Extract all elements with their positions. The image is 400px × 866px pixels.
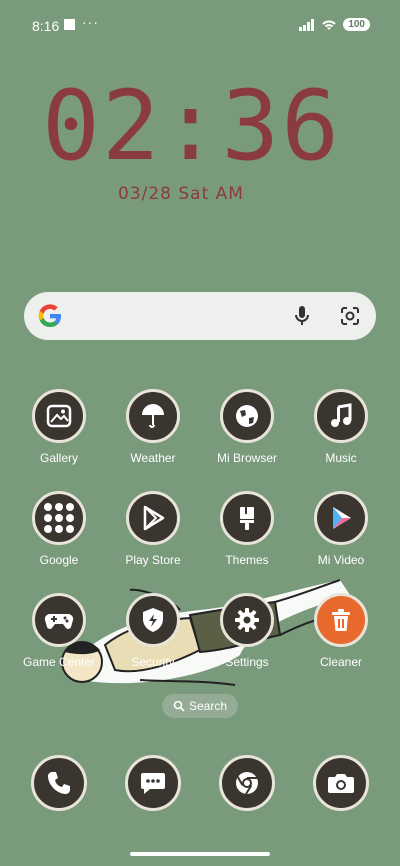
signal-icon <box>299 18 315 31</box>
app-label: Cleaner <box>319 655 363 669</box>
gallery-icon <box>32 389 86 443</box>
globe-icon <box>220 389 274 443</box>
app-label: Gallery <box>39 451 78 465</box>
google-search-bar[interactable] <box>24 292 376 340</box>
home-gesture-bar[interactable] <box>130 852 270 856</box>
music-note-icon <box>314 389 368 443</box>
dock-chrome[interactable] <box>219 755 275 811</box>
app-label: Mi Video <box>317 553 365 567</box>
trash-icon <box>314 593 368 647</box>
camera-icon <box>313 755 369 811</box>
app-mi-browser[interactable]: Mi Browser <box>207 389 287 465</box>
notification-icon <box>64 19 75 30</box>
app-label: Play Store <box>125 553 181 567</box>
app-label: Themes <box>225 553 269 567</box>
wifi-icon <box>322 20 337 30</box>
shield-icon <box>126 593 180 647</box>
search-icon <box>173 700 185 712</box>
video-play-icon <box>314 491 368 545</box>
app-label: Music <box>325 451 357 465</box>
app-security[interactable]: Security <box>113 593 193 669</box>
app-label: Settings <box>225 655 269 669</box>
app-google-folder[interactable]: Google <box>19 491 99 567</box>
status-time: 8:16 <box>32 18 60 34</box>
gear-icon <box>220 593 274 647</box>
app-mi-video[interactable]: Mi Video <box>301 491 381 567</box>
google-logo-icon <box>38 304 61 327</box>
app-label: Game Center <box>22 655 96 669</box>
clock-widget-date: 03/28 Sat AM <box>118 184 244 204</box>
app-weather[interactable]: Weather <box>113 389 193 465</box>
home-search-button[interactable]: Search <box>162 694 238 718</box>
dock-phone[interactable] <box>31 755 87 811</box>
microphone-icon[interactable] <box>290 304 314 328</box>
search-label: Search <box>188 699 228 713</box>
google-folder-icon <box>32 491 86 545</box>
app-label: Security <box>131 655 175 669</box>
play-store-icon <box>126 491 180 545</box>
google-lens-icon[interactable] <box>338 304 362 328</box>
app-gallery[interactable]: Gallery <box>19 389 99 465</box>
clock-widget-time[interactable]: 02:36 <box>42 70 342 182</box>
chrome-icon <box>219 755 275 811</box>
phone-icon <box>31 755 87 811</box>
gamepad-icon <box>32 593 86 647</box>
messages-icon <box>125 755 181 811</box>
dock-messages[interactable] <box>125 755 181 811</box>
app-play-store[interactable]: Play Store <box>113 491 193 567</box>
dock-camera[interactable] <box>313 755 369 811</box>
app-label: Weather <box>130 451 176 465</box>
app-label: Mi Browser <box>216 451 277 465</box>
app-themes[interactable]: Themes <box>207 491 287 567</box>
app-game-center[interactable]: Game Center <box>19 593 99 669</box>
status-bar: 8:16 ··· 100 <box>0 0 400 44</box>
app-settings[interactable]: Settings <box>207 593 287 669</box>
paint-brush-icon <box>220 491 274 545</box>
more-notifications-icon: ··· <box>82 14 99 30</box>
app-cleaner[interactable]: Cleaner <box>301 593 381 669</box>
app-label: Google <box>39 553 79 567</box>
battery-indicator: 100 <box>343 18 370 31</box>
umbrella-icon <box>126 389 180 443</box>
app-music[interactable]: Music <box>301 389 381 465</box>
